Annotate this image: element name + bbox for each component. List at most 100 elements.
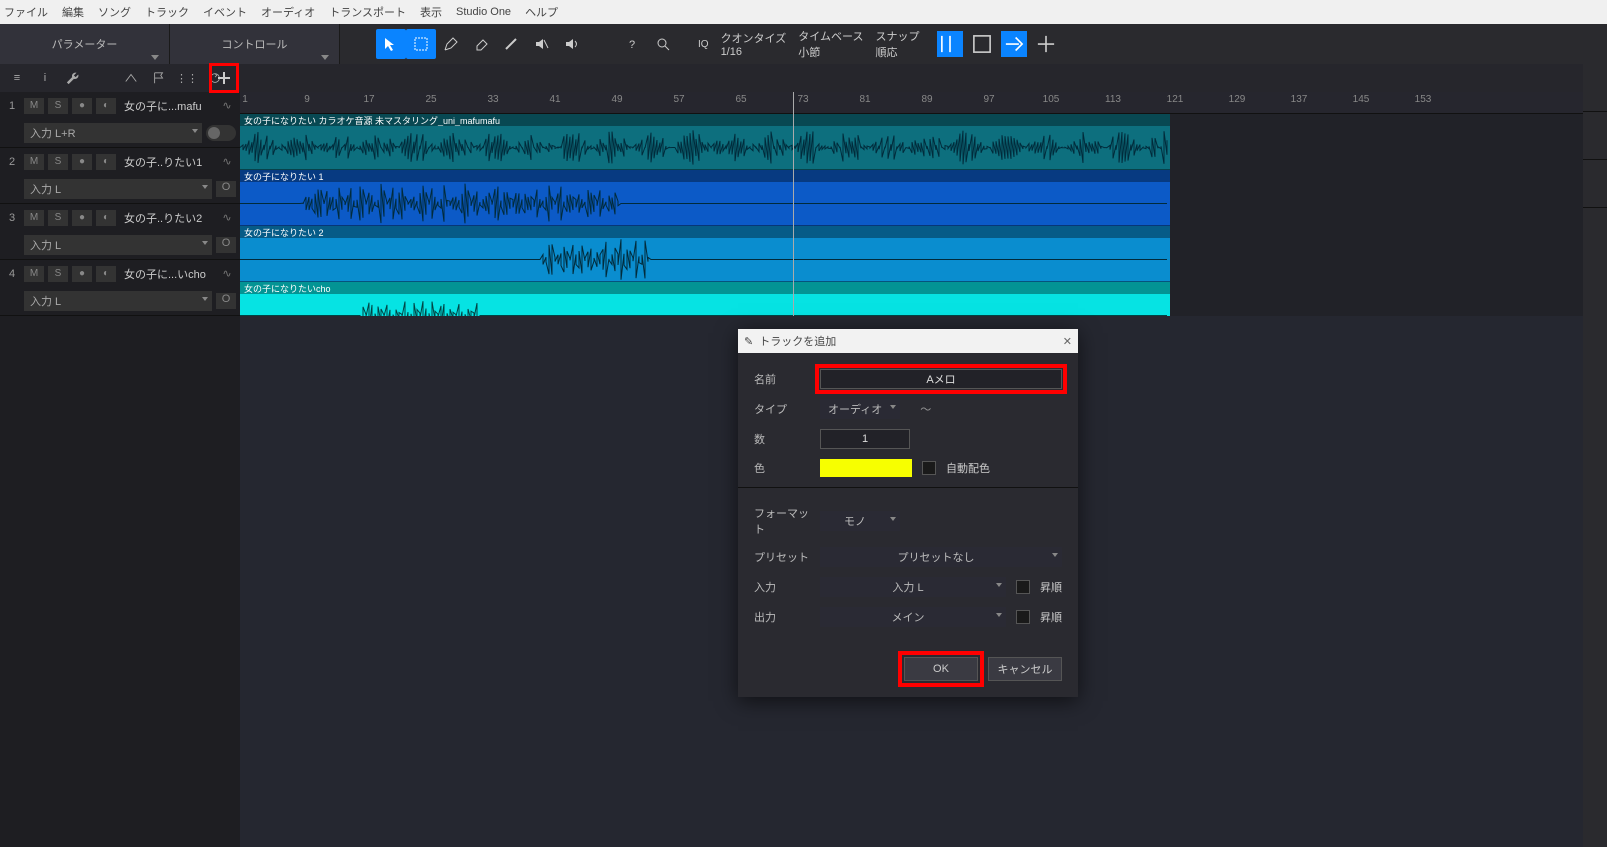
- preset-value: プリセットなし: [898, 552, 975, 564]
- timeline-ruler[interactable]: 1917253341495765738189971051131211291371…: [240, 92, 1607, 114]
- menu-help[interactable]: ヘルプ: [525, 4, 558, 20]
- record-button[interactable]: ●: [72, 154, 92, 170]
- menu-event[interactable]: イベント: [203, 4, 247, 20]
- format-select[interactable]: モノ: [820, 511, 900, 531]
- menu-track[interactable]: トラック: [145, 4, 189, 20]
- output-asc-checkbox[interactable]: [1016, 610, 1030, 624]
- ruler-mark: 105: [1043, 94, 1060, 105]
- color-label: 色: [754, 460, 810, 476]
- side-tab-3[interactable]: [1583, 160, 1607, 208]
- info-icon[interactable]: i: [36, 69, 54, 87]
- count-input[interactable]: [820, 429, 910, 449]
- dialog-titlebar[interactable]: ✎ トラックを追加 ✕: [738, 329, 1078, 353]
- snap-toggle-4[interactable]: [1033, 31, 1059, 57]
- menu-file[interactable]: ファイル: [4, 4, 48, 20]
- menu-transport[interactable]: トランスポート: [329, 4, 406, 20]
- side-tab-1[interactable]: [1583, 64, 1607, 112]
- color-swatch[interactable]: [820, 459, 912, 477]
- o-button[interactable]: O: [216, 181, 236, 197]
- solo-button[interactable]: S: [48, 154, 68, 170]
- record-button[interactable]: ●: [72, 266, 92, 282]
- track-header[interactable]: 1 M S ● ◐ 女の子に...mafu ∿ 入力 L+R: [0, 92, 240, 148]
- snap-toggle-2[interactable]: [969, 31, 995, 57]
- snap-toggle-1[interactable]: [937, 31, 963, 57]
- monitor-button[interactable]: ◐: [96, 210, 116, 226]
- input-select[interactable]: 入力 L: [24, 235, 212, 255]
- control-dropdown[interactable]: コントロール: [170, 24, 340, 64]
- snap-select[interactable]: 順応: [875, 44, 897, 60]
- menu-view[interactable]: 表示: [420, 4, 442, 20]
- track-toolbar: ≡ i ⋮⋮: [0, 64, 1607, 92]
- help-icon[interactable]: ?: [618, 29, 648, 59]
- track-name[interactable]: 女の子..りたい1: [124, 154, 214, 170]
- quantize-select[interactable]: 1/16: [721, 46, 742, 58]
- audio-clip[interactable]: 女の子になりたい 1: [240, 170, 1170, 226]
- list-icon[interactable]: ≡: [8, 69, 26, 87]
- track-header[interactable]: 3 M S ● ◐ 女の子..りたい2 ∿ 入力 L O: [0, 204, 240, 260]
- input-asc-checkbox[interactable]: [1016, 580, 1030, 594]
- listen-tool[interactable]: [556, 29, 586, 59]
- o-button[interactable]: O: [216, 237, 236, 253]
- snap-toggle-3[interactable]: [1001, 31, 1027, 57]
- toggle[interactable]: [206, 125, 236, 141]
- track-number: 2: [4, 156, 20, 168]
- audio-clip[interactable]: 女の子になりたい カラオケ音源 未マスタリング_uni_mafumafu: [240, 114, 1170, 170]
- track-name[interactable]: 女の子に...mafu: [124, 98, 214, 114]
- type-select[interactable]: オーディオ: [820, 399, 900, 419]
- search-icon[interactable]: [648, 29, 678, 59]
- input-select[interactable]: 入力 L: [24, 291, 212, 311]
- solo-button[interactable]: S: [48, 210, 68, 226]
- cancel-button[interactable]: キャンセル: [988, 657, 1062, 681]
- solo-button[interactable]: S: [48, 266, 68, 282]
- input-select[interactable]: 入力 L+R: [24, 123, 202, 143]
- track-name[interactable]: 女の子..りたい2: [124, 210, 214, 226]
- grid-icon[interactable]: ⋮⋮: [178, 69, 196, 87]
- track-header[interactable]: 2 M S ● ◐ 女の子..りたい1 ∿ 入力 L O: [0, 148, 240, 204]
- input-select[interactable]: 入力 L: [820, 577, 1006, 597]
- timebase-select[interactable]: 小節: [798, 44, 820, 60]
- record-button[interactable]: ●: [72, 210, 92, 226]
- monitor-button[interactable]: ◐: [96, 154, 116, 170]
- add-track-button[interactable]: [211, 65, 237, 91]
- monitor-button[interactable]: ◐: [96, 98, 116, 114]
- automation-icon[interactable]: [122, 69, 140, 87]
- o-button[interactable]: O: [216, 293, 236, 309]
- ok-button[interactable]: OK: [904, 657, 978, 681]
- pencil-tool[interactable]: [436, 29, 466, 59]
- side-tab-2[interactable]: [1583, 112, 1607, 160]
- mute-button[interactable]: M: [24, 154, 44, 170]
- wrench-icon[interactable]: [64, 69, 82, 87]
- menu-song[interactable]: ソング: [98, 4, 131, 20]
- mute-button[interactable]: M: [24, 210, 44, 226]
- mute-button[interactable]: M: [24, 98, 44, 114]
- chevron-down-icon: [996, 613, 1002, 617]
- mute-tool[interactable]: [526, 29, 556, 59]
- ruler-mark: 9: [304, 94, 310, 105]
- solo-button[interactable]: S: [48, 98, 68, 114]
- name-input[interactable]: [820, 369, 1062, 389]
- track-name[interactable]: 女の子に...いcho: [124, 266, 214, 282]
- track-header[interactable]: 4 M S ● ◐ 女の子に...いcho ∿ 入力 L O: [0, 260, 240, 316]
- eraser-tool[interactable]: [466, 29, 496, 59]
- mute-button[interactable]: M: [24, 266, 44, 282]
- record-button[interactable]: ●: [72, 98, 92, 114]
- preset-select[interactable]: プリセットなし: [820, 547, 1062, 567]
- monitor-button[interactable]: ◐: [96, 266, 116, 282]
- arrow-tool[interactable]: [376, 29, 406, 59]
- menu-edit[interactable]: 編集: [62, 4, 84, 20]
- parameter-dropdown[interactable]: パラメーター: [0, 24, 170, 64]
- ruler-mark: 25: [425, 94, 436, 105]
- close-icon[interactable]: ✕: [1063, 335, 1072, 348]
- paint-tool[interactable]: [496, 29, 526, 59]
- timebase-value: 小節: [798, 47, 820, 59]
- input-select[interactable]: 入力 L: [24, 179, 212, 199]
- type-label: タイプ: [754, 401, 810, 417]
- autocolor-checkbox[interactable]: [922, 461, 936, 475]
- menu-studioone[interactable]: Studio One: [456, 6, 511, 18]
- audio-clip[interactable]: 女の子になりたい 2: [240, 226, 1170, 282]
- chevron-down-icon: [151, 55, 159, 60]
- range-tool[interactable]: [406, 29, 436, 59]
- flag-icon[interactable]: [150, 69, 168, 87]
- output-select[interactable]: メイン: [820, 607, 1006, 627]
- menu-audio[interactable]: オーディオ: [261, 4, 315, 20]
